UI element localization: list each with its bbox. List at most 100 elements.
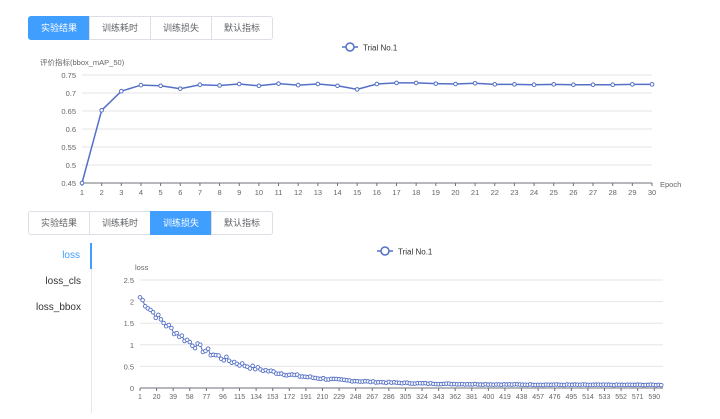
map-chart: Trial No.1 评价指标(bbox_mAP_50) 0.45 0.5 0.55 0.… (40, 42, 681, 197)
data-point (590, 82, 596, 88)
x-tick-label: 13 (314, 188, 322, 197)
x-tick-label: 18 (412, 188, 420, 197)
y-tick-label: 0.55 (61, 143, 76, 152)
x-tick-label: 17 (392, 188, 400, 197)
data-point (217, 83, 222, 88)
y-tick-label: 0.7 (66, 89, 76, 98)
x-tick-label: 19 (432, 188, 440, 197)
y-tick-label: 0.5 (124, 362, 134, 371)
y-tick-label: 0.45 (61, 179, 76, 188)
x-tick-label: 267 (366, 394, 378, 401)
x-tick-label: 343 (433, 394, 445, 401)
x-tick-label: 3 (119, 188, 123, 197)
data-point (413, 80, 419, 86)
data-point (374, 81, 380, 87)
x-tick-label: 6 (178, 188, 182, 197)
legend-marker (345, 42, 355, 52)
x-tick-label: 25 (550, 188, 558, 197)
x-tick-label: 514 (582, 394, 594, 401)
data-point (531, 82, 537, 88)
data-point (169, 325, 174, 331)
x-tick-label: 552 (615, 394, 627, 401)
x-tick-label: 191 (300, 394, 312, 401)
series-line (81, 82, 652, 184)
x-tick-label: 153 (267, 394, 279, 401)
data-point (335, 83, 340, 89)
data-point (179, 333, 185, 338)
tab-2[interactable]: 训练损失 (150, 16, 213, 40)
tab-0[interactable]: 实验结果 (28, 211, 91, 235)
data-point (187, 339, 193, 345)
side-menu-item-loss[interactable]: loss (28, 243, 92, 269)
x-tick-label: 438 (516, 394, 528, 401)
x-tick-label: 77 (202, 394, 210, 401)
x-tick-label: 362 (449, 394, 461, 401)
x-tick-label: 29 (628, 188, 636, 197)
data-point (158, 317, 164, 322)
x-tick-label: 229 (333, 394, 345, 401)
x-tick-label: 39 (169, 394, 177, 401)
x-tick-label: 16 (373, 188, 381, 197)
data-point (276, 81, 281, 86)
x-tick-label: 286 (383, 394, 395, 401)
tab-1[interactable]: 训练耗时 (89, 16, 152, 40)
data-point (315, 81, 321, 87)
data-point (197, 342, 203, 347)
side-menu-item-loss-cls[interactable]: loss_cls (28, 269, 91, 295)
data-point (161, 320, 166, 326)
y-tick-label: 0.75 (61, 71, 76, 80)
tab-3[interactable]: 默认指标 (211, 211, 274, 235)
data-point (453, 81, 458, 87)
data-point (119, 88, 124, 94)
data-point (295, 82, 301, 88)
side-menu-item-loss-bbox[interactable]: loss_bbox (28, 295, 91, 321)
y-tick-label: 0.6 (66, 125, 76, 134)
tab-0[interactable]: 实验结果 (28, 16, 91, 40)
data-point (140, 297, 145, 303)
x-tick-label: 457 (532, 394, 544, 401)
x-tick-label: 533 (599, 394, 611, 401)
data-point (177, 86, 183, 91)
x-tick-label: 26 (569, 188, 577, 197)
x-tick-label: 1 (138, 394, 142, 401)
x-tick-label: 28 (609, 188, 617, 197)
x-tick-label: 21 (471, 188, 479, 197)
y-axis-label: 评价指标(bbox_mAP_50) (40, 57, 125, 67)
y-axis-label: loss (135, 263, 149, 272)
data-point (512, 82, 517, 87)
data-point (610, 82, 615, 88)
tab-2[interactable]: 训练损失 (150, 211, 213, 235)
data-point (250, 363, 255, 369)
legend-marker (380, 246, 390, 256)
bottom-tab-group: 实验结果 训练耗时 训练损失 默认指标 (28, 211, 274, 235)
x-tick-label: 11 (275, 188, 283, 197)
data-point (224, 354, 229, 360)
data-point (659, 382, 664, 388)
x-tick-label: 571 (632, 394, 644, 401)
data-point (192, 345, 198, 351)
x-tick-label: 248 (350, 394, 362, 401)
data-point (433, 81, 439, 86)
data-point (571, 82, 576, 88)
data-point (150, 309, 156, 315)
data-point (236, 81, 242, 87)
y-tick-label: 0 (130, 384, 134, 393)
x-tick-label: 96 (219, 394, 227, 401)
data-point (205, 346, 211, 351)
x-axis-label: Epoch (660, 180, 681, 189)
loss-side-menu: loss loss_cls loss_bbox (28, 243, 92, 413)
x-tick-label: 24 (530, 188, 538, 197)
top-tab-group: 实验结果 训练耗时 训练损失 默认指标 (28, 16, 274, 40)
tab-1[interactable]: 训练耗时 (89, 211, 152, 235)
tab-3[interactable]: 默认指标 (211, 16, 274, 40)
x-tick-label: 8 (218, 188, 222, 197)
x-tick-label: 23 (510, 188, 518, 197)
x-tick-label: 9 (237, 188, 241, 197)
x-tick-label: 20 (451, 188, 459, 197)
x-tick-label: 115 (234, 394, 245, 401)
x-tick-label: 4 (139, 188, 143, 197)
data-point (156, 312, 161, 318)
x-tick-label: 381 (466, 394, 478, 401)
x-tick-label: 476 (549, 394, 561, 401)
legend-label: Trial No.1 (398, 248, 433, 257)
